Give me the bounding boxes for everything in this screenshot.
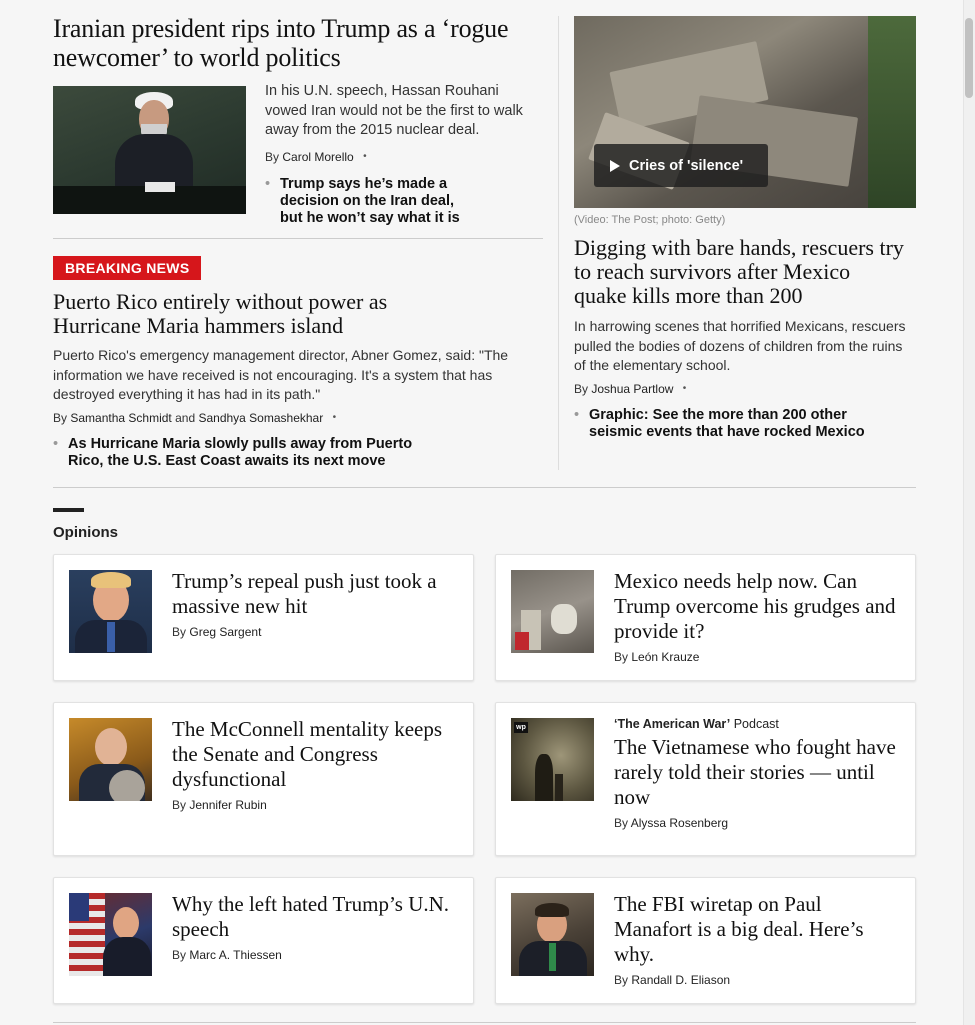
lead-author-link[interactable]: Carol Morello bbox=[282, 150, 353, 164]
mexico-related-link[interactable]: • Graphic: See the more than 200 other s… bbox=[574, 407, 874, 441]
opinion-byline: By León Krauze bbox=[614, 650, 904, 664]
breaking-author1-link[interactable]: Samantha Schmidt bbox=[70, 411, 171, 425]
opinion-byline: By Greg Sargent bbox=[172, 625, 462, 639]
mexico-blurb: In harrowing scenes that horrified Mexic… bbox=[574, 318, 906, 373]
opinion-text: Mexico needs help now. Can Trump overcom… bbox=[614, 569, 904, 664]
opinion-byline: By Jennifer Rubin bbox=[172, 798, 462, 812]
share-dot-icon[interactable]: • bbox=[363, 151, 367, 162]
column-divider bbox=[558, 16, 559, 470]
bullet-icon: • bbox=[574, 407, 580, 423]
video-label: Cries of 'silence' bbox=[629, 157, 744, 174]
opinion-byline: By Marc A. Thiessen bbox=[172, 948, 462, 962]
video-play-button[interactable]: Cries of 'silence' bbox=[594, 144, 768, 187]
breaking-related-link[interactable]: • As Hurricane Maria slowly pulls away f… bbox=[53, 436, 423, 470]
opinion-card[interactable]: The FBI wiretap on Paul Manafort is a bi… bbox=[495, 877, 916, 1004]
opinion-headline[interactable]: The FBI wiretap on Paul Manafort is a bi… bbox=[614, 892, 904, 967]
opinion-headline[interactable]: Why the left hated Trump’s U.N. speech bbox=[172, 892, 462, 942]
byline-prefix: By bbox=[172, 625, 187, 639]
opinion-text: The FBI wiretap on Paul Manafort is a bi… bbox=[614, 892, 904, 987]
lead-related-text: Trump says he’s made a decision on the I… bbox=[280, 175, 460, 226]
opinion-card[interactable]: Mexico needs help now. Can Trump overcom… bbox=[495, 554, 916, 681]
breaking-byline: By Samantha Schmidt and Sandhya Somashek… bbox=[53, 411, 523, 425]
opinion-thumbnail[interactable] bbox=[69, 570, 152, 653]
opinion-author-link[interactable]: Jennifer Rubin bbox=[189, 798, 266, 812]
breaking-author2-link[interactable]: Sandhya Somashekhar bbox=[198, 411, 323, 425]
mexico-related-text: Graphic: See the more than 200 other sei… bbox=[589, 407, 865, 440]
breaking-story: Puerto Rico entirely without power as Hu… bbox=[53, 290, 433, 338]
opinion-byline: By Alyssa Rosenberg bbox=[614, 816, 904, 830]
opinion-kicker: ‘The American War’ Podcast bbox=[614, 717, 904, 731]
opinion-card[interactable]: Why the left hated Trump’s U.N. speech B… bbox=[53, 877, 474, 1004]
opinion-headline[interactable]: The Vietnamese who fought have rarely to… bbox=[614, 735, 904, 810]
byline-prefix: By bbox=[172, 798, 187, 812]
section-marker bbox=[53, 508, 84, 512]
opinion-author-link[interactable]: Alyssa Rosenberg bbox=[631, 816, 728, 830]
byline-prefix: By bbox=[53, 411, 68, 425]
opinion-headline[interactable]: Trump’s repeal push just took a massive … bbox=[172, 569, 462, 619]
byline-prefix: By bbox=[614, 650, 629, 664]
mexico-author-link[interactable]: Joshua Partlow bbox=[591, 382, 673, 396]
share-dot-icon[interactable]: • bbox=[333, 412, 337, 423]
opinion-card[interactable]: The McConnell mentality keeps the Senate… bbox=[53, 702, 474, 856]
opinion-author-link[interactable]: Randall D. Eliason bbox=[631, 973, 730, 987]
lead-headline[interactable]: Iranian president rips into Trump as a ‘… bbox=[53, 14, 543, 72]
left-column: Iranian president rips into Trump as a ‘… bbox=[53, 14, 543, 469]
opinion-author-link[interactable]: Greg Sargent bbox=[189, 625, 261, 639]
byline-prefix: By bbox=[574, 382, 589, 396]
opinion-byline: By Randall D. Eliason bbox=[614, 973, 904, 987]
byline-prefix: By bbox=[265, 149, 280, 164]
divider bbox=[53, 238, 543, 239]
bullet-icon: • bbox=[265, 175, 271, 192]
opinion-text: Trump’s repeal push just took a massive … bbox=[172, 569, 462, 639]
opinion-author-link[interactable]: León Krauze bbox=[631, 650, 699, 664]
section-divider bbox=[53, 487, 916, 488]
lead-blurb: In his U.N. speech, Hassan Rouhani vowed… bbox=[265, 83, 523, 138]
mexico-byline: By Joshua Partlow • bbox=[574, 382, 686, 396]
play-icon bbox=[610, 159, 620, 172]
opinions-section-title[interactable]: Opinions bbox=[53, 524, 118, 541]
podcast-title[interactable]: ‘The American War’ bbox=[614, 717, 730, 731]
breaking-blurb: Puerto Rico's emergency management direc… bbox=[53, 347, 509, 402]
opinion-author-link[interactable]: Marc A. Thiessen bbox=[189, 948, 281, 962]
lead-text: In his U.N. speech, Hassan Rouhani vowed… bbox=[265, 82, 543, 227]
opinion-headline[interactable]: The McConnell mentality keeps the Senate… bbox=[172, 717, 462, 792]
lead-related-link[interactable]: • Trump says he’s made a decision on the… bbox=[265, 176, 475, 227]
byline-prefix: By bbox=[614, 816, 629, 830]
rouhani-photo[interactable] bbox=[53, 86, 246, 214]
breaking-headline[interactable]: Puerto Rico entirely without power as Hu… bbox=[53, 290, 433, 338]
bullet-icon: • bbox=[53, 436, 59, 452]
quake-video-thumbnail[interactable]: Cries of 'silence' bbox=[574, 16, 916, 208]
opinion-thumbnail[interactable] bbox=[69, 893, 152, 976]
opinion-text: Why the left hated Trump’s U.N. speech B… bbox=[172, 892, 462, 962]
opinion-text: ‘The American War’ Podcast The Vietnames… bbox=[614, 717, 904, 830]
byline-prefix: By bbox=[172, 948, 187, 962]
section-divider bbox=[53, 1022, 916, 1023]
opinion-thumbnail[interactable] bbox=[69, 718, 152, 801]
scrollbar-thumb[interactable] bbox=[965, 18, 973, 98]
byline-prefix: By bbox=[614, 973, 629, 987]
breaking-related-text: As Hurricane Maria slowly pulls away fro… bbox=[68, 436, 413, 469]
lead-byline: By Carol Morello • bbox=[265, 150, 543, 164]
mexico-headline[interactable]: Digging with bare hands, rescuers try to… bbox=[574, 236, 904, 308]
top-stories: Iranian president rips into Trump as a ‘… bbox=[53, 14, 916, 474]
opinion-headline[interactable]: Mexico needs help now. Can Trump overcom… bbox=[614, 569, 904, 644]
byline-and: and bbox=[175, 411, 196, 425]
opinion-text: The McConnell mentality keeps the Senate… bbox=[172, 717, 462, 812]
podcast-logo-icon: wp bbox=[514, 722, 528, 733]
page-scrollbar[interactable] bbox=[963, 0, 975, 1025]
opinion-thumbnail[interactable] bbox=[511, 570, 594, 653]
opinion-card[interactable]: wp ‘The American War’ Podcast The Vietna… bbox=[495, 702, 916, 856]
breaking-news-badge: BREAKING NEWS bbox=[53, 256, 202, 280]
photo-credit: (Video: The Post; photo: Getty) bbox=[574, 214, 726, 226]
opinion-thumbnail[interactable]: wp bbox=[511, 718, 594, 801]
opinion-thumbnail[interactable] bbox=[511, 893, 594, 976]
opinion-card[interactable]: Trump’s repeal push just took a massive … bbox=[53, 554, 474, 681]
kicker-label: Podcast bbox=[730, 717, 779, 731]
share-dot-icon[interactable]: • bbox=[683, 383, 687, 394]
